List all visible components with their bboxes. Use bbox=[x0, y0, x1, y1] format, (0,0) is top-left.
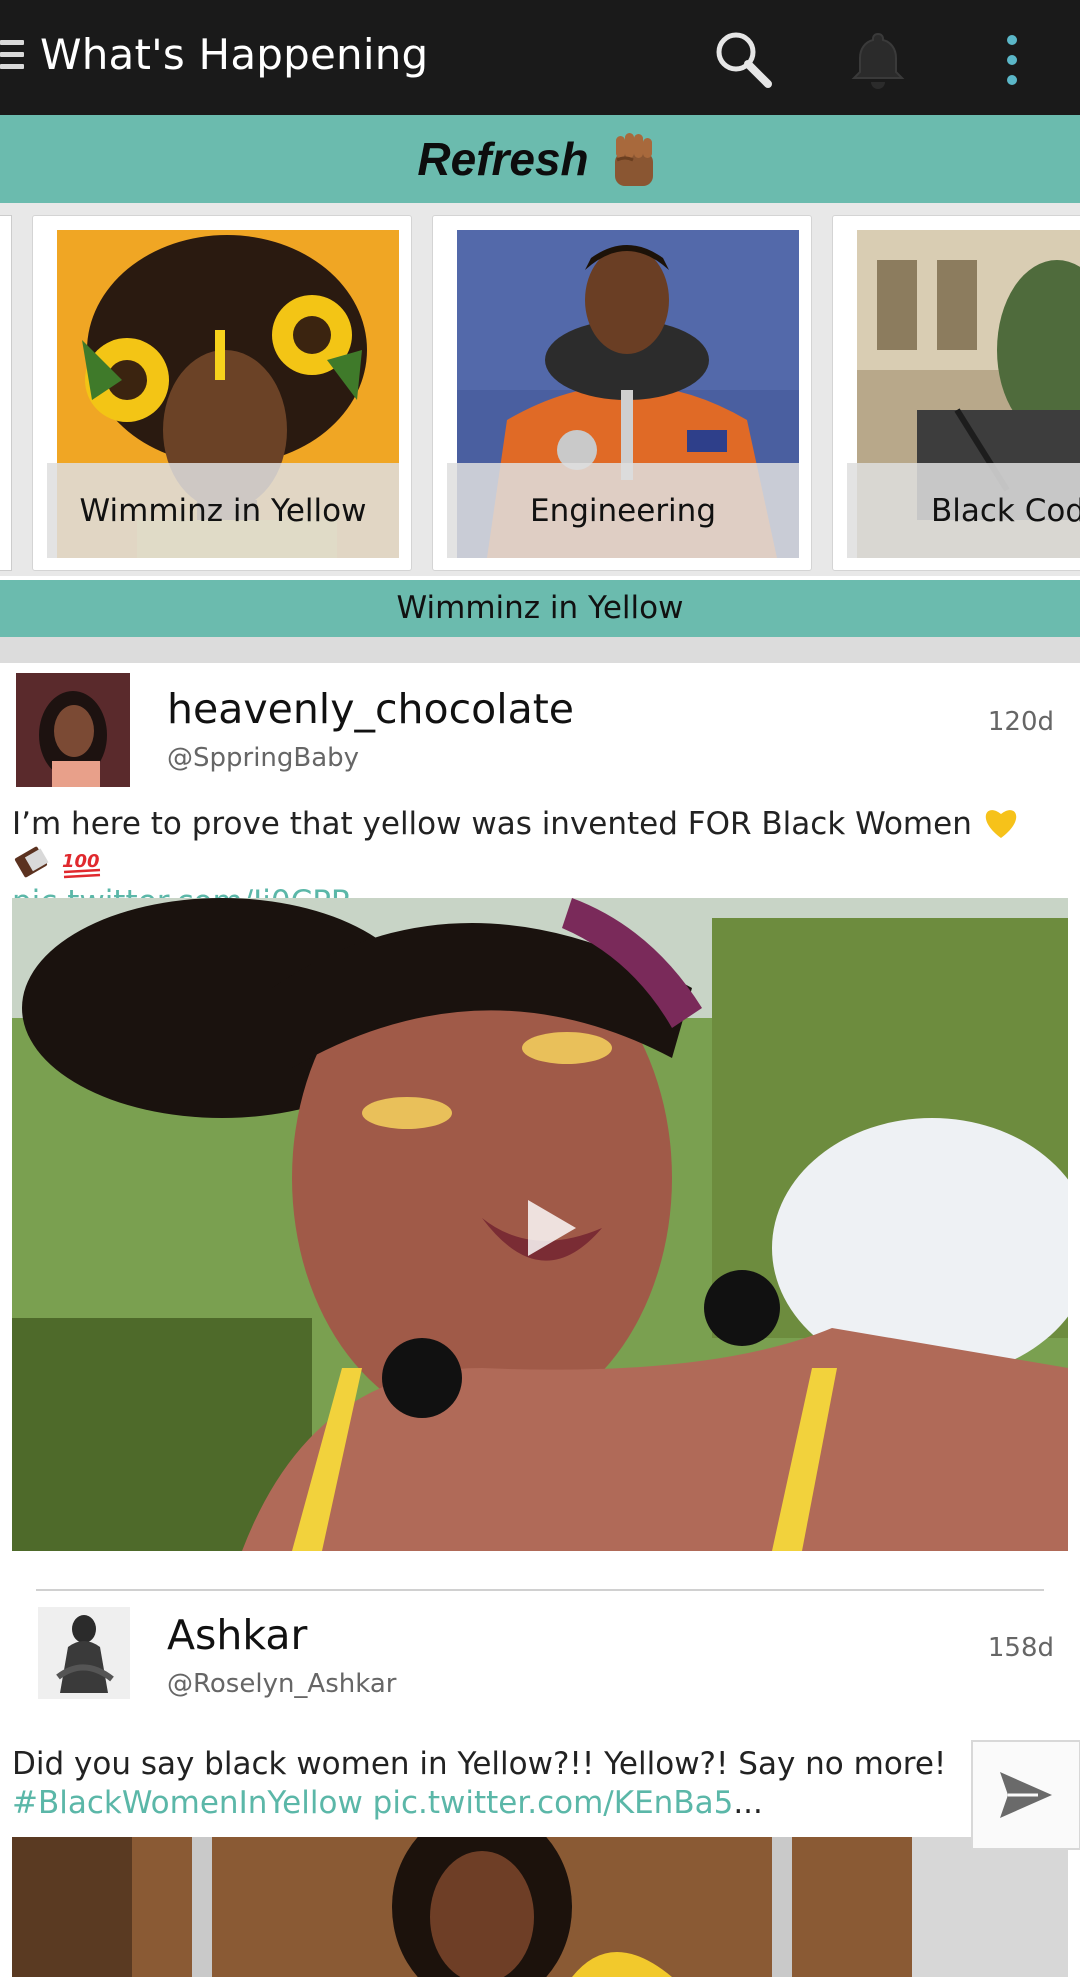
tweet-author-name[interactable]: heavenly_chocolate bbox=[167, 685, 574, 733]
tweet-ellipsis: ... bbox=[733, 1785, 763, 1821]
send-button[interactable] bbox=[971, 1740, 1080, 1850]
topic-card-label: Engineering bbox=[447, 463, 799, 558]
tweet-feed[interactable]: heavenly_chocolate @SppringBaby 120d I’m… bbox=[0, 663, 1080, 1977]
section-title: Wimminz in Yellow bbox=[0, 580, 1080, 637]
play-icon[interactable] bbox=[524, 1198, 578, 1258]
hamburger-icon[interactable] bbox=[0, 40, 26, 76]
topic-card-engineering[interactable]: Engineering bbox=[432, 215, 812, 571]
app-bar: What's Happening bbox=[0, 0, 1080, 115]
tweet-hashtag[interactable]: #BlackWomenInYellow bbox=[12, 1785, 363, 1821]
topic-card-previous[interactable] bbox=[0, 215, 12, 571]
raised-fist-icon bbox=[614, 133, 653, 186]
refresh-button[interactable]: Refresh bbox=[0, 115, 1080, 203]
section-divider bbox=[0, 637, 1080, 663]
topic-card-label: Wimminz in Yellow bbox=[47, 463, 399, 558]
more-vertical-icon[interactable] bbox=[996, 30, 1028, 90]
tweet-author-handle[interactable]: @Roselyn_Ashkar bbox=[167, 1669, 396, 1699]
tweet-timestamp: 158d bbox=[987, 1633, 1054, 1663]
search-icon[interactable] bbox=[712, 28, 774, 90]
app-title: What's Happening bbox=[40, 30, 429, 79]
avatar[interactable] bbox=[16, 673, 130, 787]
tweet-author-name[interactable]: Ashkar bbox=[167, 1611, 307, 1659]
tweet-body: I’m here to prove that yellow was invent… bbox=[12, 806, 972, 842]
svg-text:100: 100 bbox=[62, 851, 100, 872]
tweet-photo[interactable] bbox=[12, 1837, 1068, 1977]
chocolate-bar-icon bbox=[14, 846, 49, 878]
avatar[interactable] bbox=[38, 1607, 130, 1699]
tweet-video[interactable] bbox=[12, 898, 1068, 1551]
tweet-body: Did you say black women in Yellow?!! Yel… bbox=[12, 1746, 947, 1782]
tweet-divider bbox=[36, 1589, 1044, 1591]
topic-card-label: Black Cod bbox=[847, 463, 1080, 558]
tweet-text: Did you say black women in Yellow?!! Yel… bbox=[12, 1745, 1062, 1823]
topic-card-wimminz-in-yellow[interactable]: Wimminz in Yellow bbox=[32, 215, 412, 571]
tweet-timestamp: 120d bbox=[987, 707, 1054, 737]
bell-icon[interactable] bbox=[846, 28, 910, 92]
tweet-author-handle[interactable]: @SppringBaby bbox=[167, 743, 359, 773]
send-icon bbox=[1000, 1772, 1052, 1818]
refresh-label: Refresh bbox=[417, 133, 589, 185]
topic-card-black-code[interactable]: Black Cod bbox=[832, 215, 1080, 571]
tweet-photo-thumbnail bbox=[12, 1837, 1068, 1977]
yellow-heart-icon bbox=[985, 810, 1016, 838]
hundred-points-icon: 100 bbox=[62, 851, 100, 879]
tweet-link[interactable]: pic.twitter.com/KEnBa5 bbox=[373, 1785, 734, 1821]
topic-carousel[interactable]: Wimminz in Yellow Engineering Black Cod bbox=[0, 203, 1080, 576]
